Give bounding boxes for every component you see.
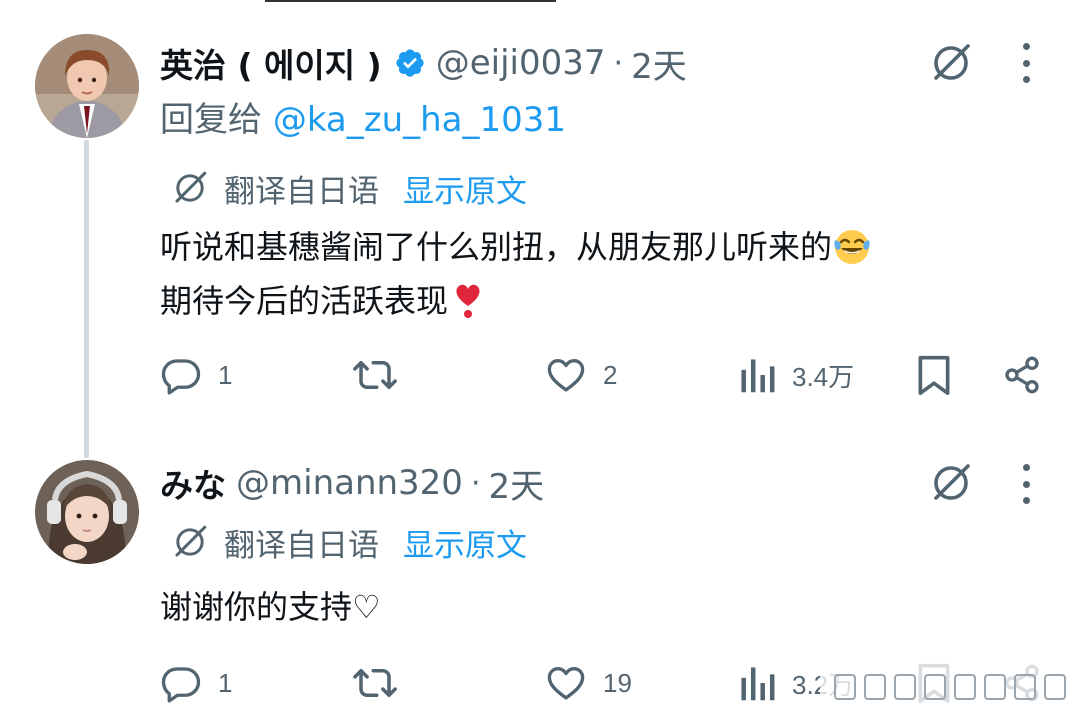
reply-icon <box>161 359 201 395</box>
face-with-tears-of-joy-emoji <box>832 226 872 266</box>
retweet-button[interactable] <box>352 352 414 398</box>
like-count: 2 <box>603 359 618 390</box>
display-name[interactable]: みな <box>160 459 226 507</box>
avatar-image <box>35 460 139 564</box>
reply-to-line: 回复给 @ka_zu_ha_1031 <box>160 92 566 141</box>
views-icon <box>741 667 775 701</box>
tweet-text-line-1: 听说和基穗酱闹了什么别扭，从朋友那儿听来的 <box>160 228 833 266</box>
translate-icon <box>170 522 210 562</box>
translation-bar: 翻译自日语 显示原文 <box>170 520 527 564</box>
display-name[interactable]: 英治 ( 에이지 ) <box>160 39 382 87</box>
like-icon <box>547 666 585 700</box>
tweet-body: 听说和基穗酱闹了什么别扭，从朋友那儿听来的 期待今后的活跃表现 <box>160 220 872 328</box>
tweet-header: みな @minann320 · 2天 <box>160 458 544 508</box>
retweet-button[interactable] <box>352 660 414 706</box>
like-button[interactable]: 19 <box>545 660 632 706</box>
user-handle[interactable]: @eiji0037 <box>436 43 606 83</box>
more-icon[interactable] <box>1020 464 1032 504</box>
more-icon[interactable] <box>1020 43 1032 83</box>
bookmark-button[interactable] <box>914 352 954 398</box>
view-count: 3.4万 <box>792 361 855 392</box>
like-icon <box>547 358 585 392</box>
tweet-header: 英治 ( 에이지 ) @eiji0037 · 2天 <box>160 38 687 88</box>
show-original-link[interactable]: 显示原文 <box>403 520 527 565</box>
timestamp[interactable]: 2天 <box>631 39 687 88</box>
timestamp[interactable]: 2天 <box>489 459 545 508</box>
watermark-overlay <box>820 662 1078 712</box>
views-icon <box>741 359 775 393</box>
avatar-image <box>35 34 139 138</box>
reply-to-label: 回复给 <box>160 100 273 140</box>
reply-button[interactable]: 1 <box>160 352 232 398</box>
tweet-body: 谢谢你的支持♡ <box>160 580 381 634</box>
like-count: 19 <box>603 667 632 698</box>
translation-bar: 翻译自日语 显示原文 <box>170 166 527 210</box>
reply-button[interactable]: 1 <box>160 660 232 706</box>
avatar-mina[interactable] <box>35 460 139 564</box>
translate-icon <box>170 168 210 208</box>
grok-icon[interactable] <box>928 40 974 86</box>
share-icon <box>1005 356 1039 394</box>
retweet-icon <box>353 361 397 389</box>
user-handle[interactable]: @minann320 <box>236 463 463 503</box>
red-heart-exclamation-emoji <box>448 280 488 320</box>
separator-dot: · <box>613 45 624 81</box>
bookmark-icon <box>918 355 950 395</box>
reply-mention-link[interactable]: @ka_zu_ha_1031 <box>273 100 566 140</box>
translation-source-label: 翻译自日语 <box>224 527 379 564</box>
retweet-icon <box>353 669 397 697</box>
separator-dot: · <box>470 465 481 501</box>
translation-source-label: 翻译自日语 <box>224 173 379 210</box>
top-divider <box>265 0 556 2</box>
show-original-link[interactable]: 显示原文 <box>403 166 527 211</box>
tweet-text-line-1: 谢谢你的支持♡ <box>160 588 381 626</box>
tweet-text-line-2: 期待今后的活跃表现 <box>160 282 449 320</box>
share-button[interactable] <box>1002 352 1042 398</box>
grok-icon[interactable] <box>928 460 974 506</box>
like-button[interactable]: 2 <box>545 352 617 398</box>
verified-badge-icon <box>394 47 426 79</box>
tweet-text-line: 听说和基穗酱闹了什么别扭，从朋友那儿听来的 <box>160 220 872 274</box>
thread-connector-line <box>84 140 89 458</box>
reply-count: 1 <box>218 667 233 698</box>
views-button[interactable]: 3.4万 <box>738 352 854 398</box>
reply-icon <box>161 667 201 703</box>
avatar-eiji[interactable] <box>35 34 139 138</box>
tweet-text-line: 期待今后的活跃表现 <box>160 274 872 328</box>
reply-count: 1 <box>218 359 233 390</box>
